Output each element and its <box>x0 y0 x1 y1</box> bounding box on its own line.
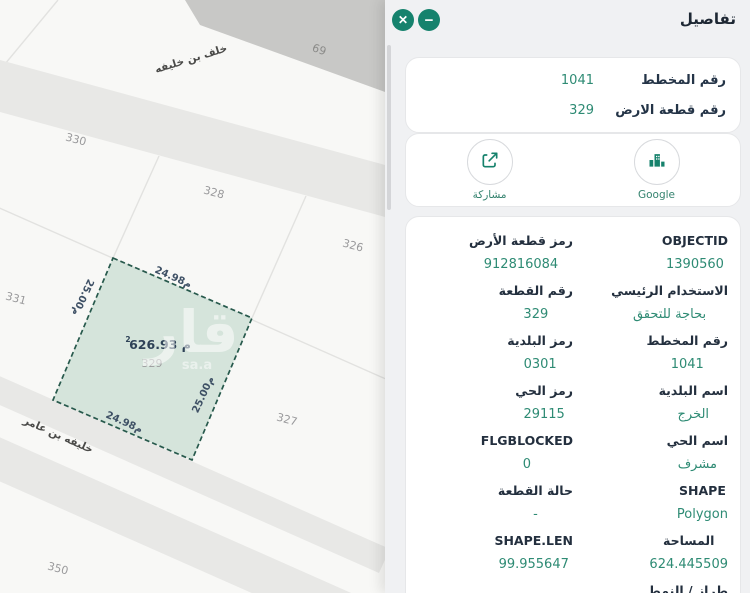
detail-label: SHAPE.LEN <box>494 533 573 548</box>
detail-label: اسم البلدية <box>658 383 728 398</box>
detail-value: مشرف <box>677 457 717 472</box>
app-window: خلف بن خليفه خليفه بن عامر 69 330 328 326 331 3… <box>0 0 750 593</box>
action-label: مشاركة <box>472 189 507 201</box>
detail-label: رمز الحي <box>515 383 573 398</box>
detail-value: 1041 <box>670 357 704 372</box>
area-sup: 2 <box>125 335 130 344</box>
summary-row: رقم المخطط 1041 <box>420 65 726 95</box>
detail-label: FLGBLOCKED <box>480 433 573 448</box>
buildings-icon <box>647 150 667 174</box>
detail-cell: الاستخدام الرئيسي بحاجة للتحقق <box>611 283 728 333</box>
details-card: OBJECTID 1390560 رمز قطعة الأرض 912816084 ال… <box>405 216 741 593</box>
detail-cell: SHAPE.LEN 99.955647 <box>494 533 573 583</box>
detail-label: رقم المخطط <box>646 333 728 348</box>
detail-cell: رمز البلدية 0301 <box>507 333 573 383</box>
actions-card: Google مشاركة <box>405 133 741 207</box>
detail-cell: اسم البلدية الخرج <box>659 383 728 433</box>
share-action[interactable]: مشاركة <box>466 139 513 201</box>
detail-value: 29115 <box>523 407 565 422</box>
detail-value: 329 <box>523 307 549 322</box>
detail-cell: OBJECTID 1390560 <box>662 233 728 283</box>
summary-value: 329 <box>569 102 594 118</box>
detail-value: 1390560 <box>666 257 724 272</box>
detail-label: رمز البلدية <box>507 333 573 348</box>
minimize-icon: − <box>424 11 434 29</box>
detail-value: 0301 <box>523 357 557 372</box>
detail-cell: SHAPE Polygon <box>677 483 728 533</box>
detail-label: SHAPE <box>679 483 726 498</box>
detail-label: الاستخدام الرئيسي <box>611 283 728 298</box>
share-icon <box>480 150 500 174</box>
map-area[interactable]: خلف بن خليفه خليفه بن عامر 69 330 328 326 331 3… <box>0 0 385 593</box>
detail-value: 99.955647 <box>498 557 569 572</box>
detail-label: رقم القطعة <box>498 283 573 298</box>
detail-label: OBJECTID <box>661 233 728 248</box>
detail-cell: رقم المخطط 1041 <box>647 333 728 383</box>
panel-title: تفاصيل <box>679 10 736 28</box>
minimize-button[interactable]: − <box>418 9 440 31</box>
summary-label: رقم قطعة الارض <box>615 102 726 118</box>
detail-cell: طراز / النمط <box>648 583 728 593</box>
summary-value: 1041 <box>560 72 594 88</box>
detail-value: - <box>533 507 538 522</box>
detail-value: 912816084 <box>483 257 559 272</box>
close-button[interactable]: ✕ <box>392 9 414 31</box>
detail-value: 624.445509 <box>649 557 728 572</box>
detail-label: المساحة <box>663 533 715 548</box>
detail-cell: اسم الحي مشرف <box>667 433 728 483</box>
detail-value: Polygon <box>676 507 728 522</box>
detail-label: طراز / النمط <box>647 583 728 593</box>
detail-cell: حالة القطعة - <box>498 483 573 533</box>
detail-label: رمز قطعة الأرض <box>468 233 573 248</box>
detail-label: اسم الحي <box>666 433 728 448</box>
detail-cell: المساحة 624.445509 <box>649 533 728 583</box>
watermark-sub: sa.a <box>182 358 212 373</box>
watermark: قار <box>142 298 238 366</box>
google-action[interactable]: Google <box>633 139 680 201</box>
detail-value: الخرج <box>677 407 710 422</box>
panel-scrollbar[interactable] <box>387 45 391 210</box>
detail-value: 0 <box>522 457 532 472</box>
details-panel: تفاصيل ✕ − رقم المخطط 1041 رقم قطعة الارض… <box>385 0 750 593</box>
detail-label: حالة القطعة <box>497 483 573 498</box>
detail-cell: رمز قطعة الأرض 912816084 <box>469 233 573 283</box>
summary-row: رقم قطعة الارض 329 <box>420 95 726 125</box>
detail-cell: رمز الحي 29115 <box>515 383 573 433</box>
detail-cell: FLGBLOCKED 0 <box>481 433 573 483</box>
close-icon: ✕ <box>397 13 409 27</box>
summary-label: رقم المخطط <box>641 72 726 88</box>
summary-card: رقم المخطط 1041 رقم قطعة الارض 329 <box>405 57 741 133</box>
detail-value: بحاجة للتحقق <box>632 307 707 322</box>
detail-cell: رقم القطعة 329 <box>499 283 573 333</box>
action-label: Google <box>637 189 676 201</box>
